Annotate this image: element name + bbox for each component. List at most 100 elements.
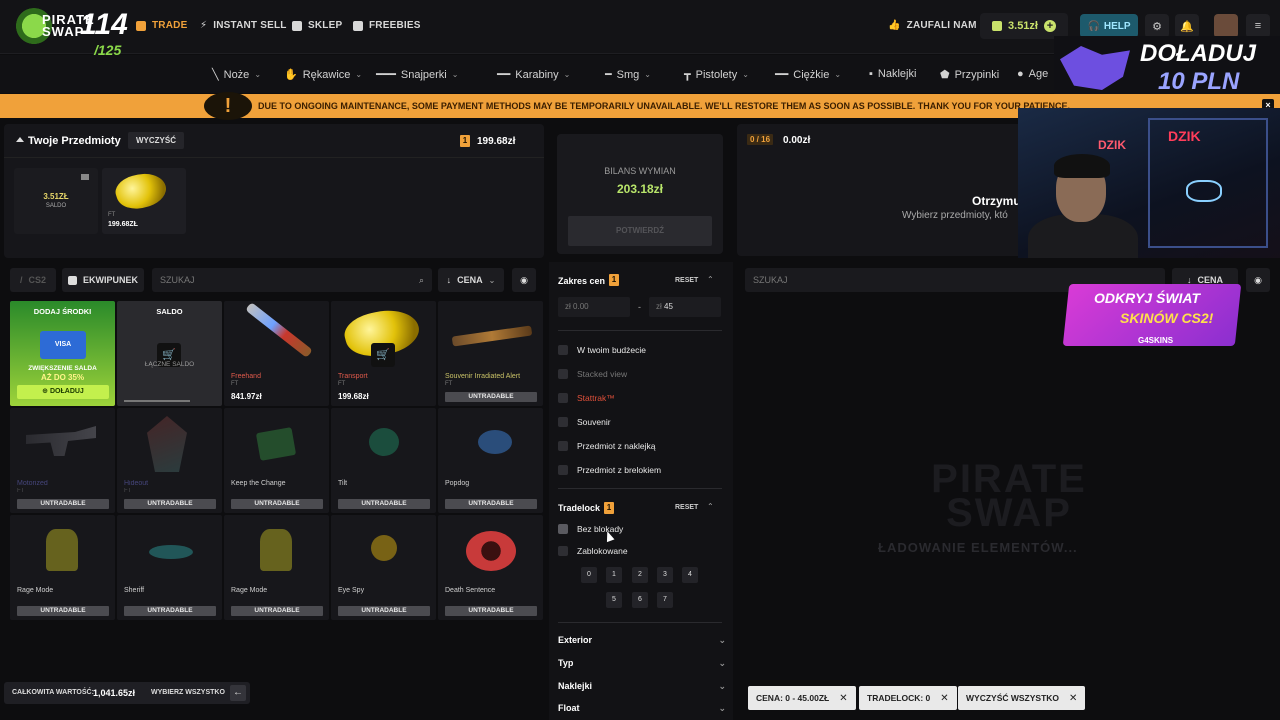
selected-item-card[interactable]: FT 199.68ZŁ [102,167,186,234]
nav-trade[interactable]: TRADE [136,20,187,31]
deposit-button[interactable]: ⊕ DOŁADUJ [17,385,109,399]
day-button-5[interactable]: 5 [606,592,622,608]
category-gloves[interactable]: ✋ Rękawice ⌄ [284,68,363,82]
chevron-down-icon: ⌄ [355,70,363,79]
topup-promo-overlay[interactable]: DOŁADUJ 10 PLN [1054,36,1280,98]
select-all-button[interactable]: WYBIERZ WSZYSTKO [151,689,225,696]
close-icon[interactable]: ✕ [839,693,847,704]
item-card[interactable]: Popdog UNTRADABLE [438,408,543,513]
notifications-button[interactable]: 🔔 [1175,14,1199,38]
untradable-badge: UNTRADABLE [17,499,109,509]
target-icon: ◉ [1254,274,1262,285]
item-card[interactable]: 🛒 Transport FT 199.68zł [331,301,436,406]
category-heavy[interactable]: ━━ Ciężkie ⌄ [775,68,841,82]
chevron-up-icon[interactable]: ⌃ [707,275,714,284]
selected-total: 199.68zł [477,136,516,147]
confirm-button[interactable]: POTWIERDŹ [568,216,712,246]
price-min-input[interactable]: zł 0.00 [558,297,630,317]
menu-button[interactable]: ≡ [1246,14,1270,38]
day-button-4[interactable]: 4 [682,567,698,583]
checkbox[interactable] [558,369,568,379]
nav-shop[interactable]: SKLEP [292,20,342,31]
filter-with-sticker[interactable]: Przedmiot z naklejką [558,441,655,451]
filter-chip-tradelock[interactable]: TRADELOCK: 0 ✕ [859,686,957,710]
store-view-toggle[interactable]: ◉ [1246,268,1270,292]
item-card[interactable]: Sheriff UNTRADABLE [117,515,222,620]
inventory-search-input[interactable]: SZUKAJ ⌕ [152,268,432,292]
day-button-2[interactable]: 2 [632,567,648,583]
section-type[interactable]: Typ ⌄ [558,658,726,668]
category-snipers[interactable]: ━━━ Snajperki ⌄ [376,68,458,82]
filter-chip-clear-all[interactable]: WYCZYŚĆ WSZYSTKO ✕ [958,686,1086,710]
section-exterior[interactable]: Exterior ⌄ [558,635,726,645]
item-card[interactable]: Eye Spy UNTRADABLE [331,515,436,620]
saldo-mini-card[interactable]: 3.51ZŁ SALDO [14,168,98,234]
nav-freebies[interactable]: FREEBIES [353,20,421,31]
category-rifles[interactable]: ━━ Karabiny ⌄ [497,68,570,82]
item-card[interactable]: Keep the Change UNTRADABLE [224,408,329,513]
clear-button[interactable]: WYCZYŚĆ [128,132,184,149]
category-knives[interactable]: ╲ Noże ⌄ [212,68,261,82]
item-card[interactable]: Rage Mode UNTRADABLE [224,515,329,620]
nav-trusted[interactable]: 👍 ZAUFALI NAM [888,20,977,31]
currency-label: zł [656,302,662,311]
nav-instant-sell[interactable]: ⚡ INSTANT SELL [200,20,287,31]
item-card[interactable]: Death Sentence UNTRADABLE [438,515,543,620]
item-card[interactable]: Freehand FT 841.97zł [224,301,329,406]
section-float[interactable]: Float ⌄ [558,703,726,713]
tradelock-reset-button[interactable]: RESET [675,504,698,511]
item-card[interactable]: Rage Mode UNTRADABLE [10,515,115,620]
collapse-icon[interactable] [16,137,24,142]
inventory-button[interactable]: EKWIPUNEK [62,268,144,292]
checkbox[interactable] [558,465,568,475]
site-logo[interactable]: PIRATE SWAP 114 /125 [14,6,134,58]
price-reset-button[interactable]: RESET [675,277,698,284]
settings-button[interactable]: ⚙ [1145,14,1169,38]
filter-no-lock[interactable]: Bez blokady [558,524,623,534]
your-items-header: Twoje Przedmioty WYCZYŚĆ 1 199.68zł [4,124,544,158]
cart-icon[interactable]: 🛒 [371,343,395,367]
filter-with-charm[interactable]: Przedmiot z brelokiem [558,465,661,475]
checkbox[interactable] [558,393,568,403]
game-filter-button[interactable]: / CS2 [10,268,56,292]
filter-stattrak[interactable]: Stattrak™ [558,393,615,403]
filter-in-budget[interactable]: W twoim budżecie [558,345,646,355]
filter-chip-price[interactable]: CENA: 0 - 45.00ZŁ ✕ [748,686,856,710]
deposit-card[interactable]: DODAJ ŚRODKI VISA ZWIĘKSZENIE SALDA AŻ D… [10,301,115,406]
filter-locked[interactable]: Zablokowane [558,546,628,556]
day-button-1[interactable]: 1 [606,567,622,583]
filter-stacked-view[interactable]: Stacked view [558,369,627,379]
close-icon[interactable]: ✕ [940,693,948,704]
category-stickers[interactable]: ▪ Naklejki [869,68,916,80]
day-button-7[interactable]: 7 [657,592,673,608]
skins-promo-overlay[interactable]: ODKRYJ ŚWIAT SKINÓW CS2! G4SKINS [1060,276,1248,356]
category-smg[interactable]: ━ Smg ⌄ [605,68,651,82]
price-max-input[interactable]: zł 45 [649,297,721,317]
filter-souvenir[interactable]: Souvenir [558,417,611,427]
day-button-6[interactable]: 6 [632,592,648,608]
close-icon[interactable]: ✕ [1069,693,1077,704]
checkbox[interactable] [558,546,568,556]
checkbox[interactable] [558,417,568,427]
checkbox[interactable] [558,441,568,451]
chevron-up-icon[interactable]: ⌃ [707,502,714,511]
checkbox-checked[interactable] [558,524,568,534]
sort-button[interactable]: ↓ CENA ⌄ [438,268,504,292]
saldo-card[interactable]: SALDO 🛒 ŁĄCZNE SALDO [117,301,222,406]
item-card[interactable]: Motorized FT UNTRADABLE [10,408,115,513]
category-pistols[interactable]: ┳ Pistolety ⌄ [684,68,749,82]
category-agents[interactable]: ● Age [1017,68,1048,80]
arrow-left-icon[interactable]: ← [230,685,246,701]
item-card[interactable]: Hideout FT UNTRADABLE [117,408,222,513]
day-button-0[interactable]: 0 [581,567,597,583]
help-button[interactable]: 🎧 HELP [1080,14,1138,38]
view-toggle-button[interactable]: ◉ [512,268,536,292]
category-pins[interactable]: ⬟ Przypinki [940,68,999,82]
checkbox[interactable] [558,345,568,355]
avatar[interactable] [1214,14,1238,38]
item-card[interactable]: Tilt UNTRADABLE [331,408,436,513]
day-button-3[interactable]: 3 [657,567,673,583]
item-card[interactable]: Souvenir Irradiated Alert FT UNTRADABLE [438,301,543,406]
add-funds-icon[interactable]: + [1043,20,1056,32]
section-stickers[interactable]: Naklejki ⌄ [558,681,726,691]
